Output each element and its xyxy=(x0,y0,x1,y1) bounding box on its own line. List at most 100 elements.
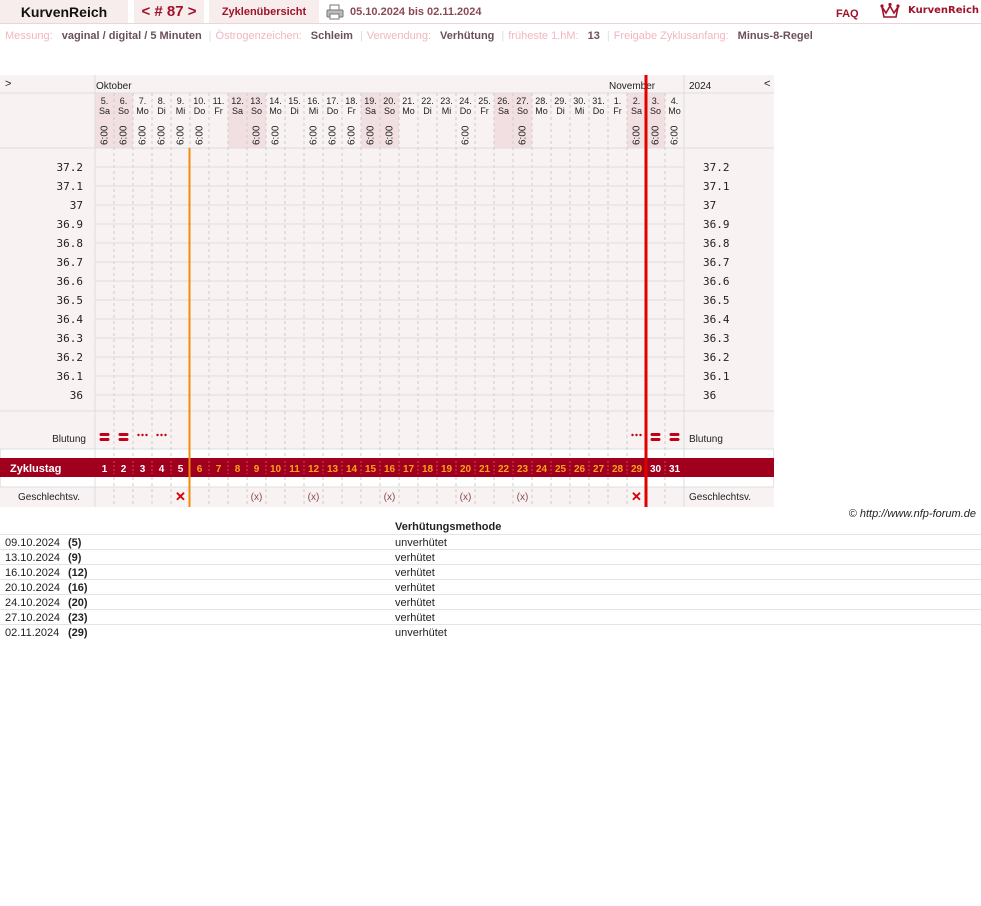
measure-time: 6:00 xyxy=(366,125,377,145)
crown-logo-icon[interactable] xyxy=(880,1,900,19)
temp-tick-right: 36.6 xyxy=(703,275,730,288)
cycle-day-number: 18 xyxy=(422,464,434,475)
temp-tick-right: 37.1 xyxy=(703,180,730,193)
weekday-label: Fr xyxy=(480,106,489,116)
temp-tick-right: 36.4 xyxy=(703,313,730,326)
day-number: 26. xyxy=(497,96,510,106)
cycle-number-nav[interactable]: < # 87 > xyxy=(134,0,204,23)
meta-separator: | xyxy=(606,30,610,42)
cycle-meta-line: Messung: vaginal / digital / 5 Minuten | Ös… xyxy=(5,30,816,42)
row-date: 09.10.2024 xyxy=(5,537,61,549)
row-cycle-day: (9) xyxy=(68,552,82,564)
cycle-day-number: 4 xyxy=(159,464,165,475)
brand-title[interactable]: KurvenReich xyxy=(0,0,128,23)
weekday-label: Mo xyxy=(136,106,149,116)
weekday-label: Di xyxy=(157,106,166,116)
bleeding-heavy-mark xyxy=(99,433,110,436)
weekday-label: Mo xyxy=(668,106,681,116)
meta-separator: | xyxy=(501,30,505,42)
row-cycle-day: (16) xyxy=(68,582,88,594)
row-method: verhütet xyxy=(395,552,435,564)
weekday-label: Do xyxy=(593,106,605,116)
top-bar: KurvenReich < # 87 > Zyklenübersicht 05.… xyxy=(0,0,981,24)
temp-tick-right: 36.9 xyxy=(703,218,730,231)
bleeding-heavy-mark xyxy=(99,438,110,441)
cycle-day-number: 5 xyxy=(178,464,184,475)
cycle-day-number: 8 xyxy=(235,464,241,475)
meta-value: 13 xyxy=(587,30,600,42)
row-method: verhütet xyxy=(395,582,435,594)
measure-time: 6:00 xyxy=(119,125,130,145)
measure-time: 6:00 xyxy=(518,125,529,145)
bleeding-light-dot xyxy=(639,433,642,437)
temp-tick-right: 36.5 xyxy=(703,294,730,307)
weekday-label: Mi xyxy=(309,106,319,116)
meta-value: Schleim xyxy=(310,30,353,42)
weekday-label: Sa xyxy=(365,106,376,116)
temp-tick-left: 36.2 xyxy=(57,351,84,364)
row-date: 02.11.2024 xyxy=(5,627,60,639)
bleeding-light-dot xyxy=(164,433,167,437)
day-number: 5. xyxy=(101,96,109,106)
cycle-day-number: 6 xyxy=(197,464,203,475)
bleeding-light-dot xyxy=(635,433,638,437)
cycle-day-number: 20 xyxy=(460,464,472,475)
cycle-day-number: 22 xyxy=(498,464,510,475)
day-number: 30. xyxy=(573,96,586,106)
row-cycle-day: (20) xyxy=(68,597,88,609)
bleeding-label-left: Blutung xyxy=(52,434,86,445)
cycle-day-number: 26 xyxy=(574,464,586,475)
cycle-day-number: 30 xyxy=(650,464,662,475)
weekday-label: Fr xyxy=(347,106,356,116)
weekday-label: Do xyxy=(327,106,339,116)
row-method: unverhütet xyxy=(395,627,447,639)
day-number: 1. xyxy=(614,96,622,106)
temp-tick-left: 36.8 xyxy=(57,237,84,250)
cycle-day-number: 23 xyxy=(517,464,529,475)
cycle-day-number: 7 xyxy=(216,464,222,475)
cycle-day-number: 16 xyxy=(384,464,396,475)
day-number: 19. xyxy=(364,96,377,106)
cycle-day-number: 31 xyxy=(669,464,681,475)
cycle-day-number: 27 xyxy=(593,464,605,475)
row-cycle-day: (12) xyxy=(68,567,88,579)
logo-text[interactable]: KurvenReich xyxy=(908,5,979,16)
intercourse-table: 09.10.2024 (5) unverhütet 13.10.2024 (9) verh… xyxy=(0,534,981,639)
row-date: 16.10.2024 xyxy=(5,567,61,579)
faq-link[interactable]: FAQ xyxy=(836,8,859,20)
measure-time: 6:00 xyxy=(100,125,111,145)
day-number: 8. xyxy=(158,96,166,106)
intercourse-protected-mark: (x) xyxy=(460,492,472,503)
measure-time: 6:00 xyxy=(138,125,149,145)
intercourse-protected-mark: (x) xyxy=(384,492,396,503)
temp-tick-left: 36.7 xyxy=(57,256,84,269)
temp-tick-left: 37 xyxy=(70,199,83,212)
cycle-day-number: 11 xyxy=(289,464,300,475)
copyright-note: © http://www.nfp-forum.de xyxy=(848,508,976,520)
row-date: 20.10.2024 xyxy=(5,582,61,594)
temp-tick-left: 36.3 xyxy=(57,332,84,345)
day-number: 25. xyxy=(478,96,491,106)
weekday-label: Di xyxy=(556,106,565,116)
cycle-overview-link[interactable]: Zyklenübersicht xyxy=(209,0,319,23)
bleeding-label-right: Blutung xyxy=(689,434,723,445)
row-method: verhütet xyxy=(395,567,435,579)
day-number: 6. xyxy=(120,96,128,106)
cycle-day-number: 24 xyxy=(536,464,548,475)
weekday-label: So xyxy=(251,106,262,116)
intercourse-protected-mark: (x) xyxy=(251,492,263,503)
measure-time: 6:00 xyxy=(176,125,187,145)
intercourse-unprotected-mark: ✕ xyxy=(175,489,186,504)
temp-tick-right: 36.3 xyxy=(703,332,730,345)
day-number: 3. xyxy=(652,96,660,106)
weekday-label: So xyxy=(118,106,129,116)
intercourse-label-right: Geschlechtsv. xyxy=(689,492,751,503)
day-number: 14. xyxy=(269,96,282,106)
temp-tick-left: 36.5 xyxy=(57,294,84,307)
intercourse-protected-mark: (x) xyxy=(517,492,529,503)
day-number: 12. xyxy=(231,96,244,106)
meta-label: Freigabe Zyklusanfang: xyxy=(613,30,729,42)
weekday-label: So xyxy=(650,106,661,116)
printer-icon[interactable] xyxy=(326,4,344,20)
measure-time: 6:00 xyxy=(651,125,662,145)
